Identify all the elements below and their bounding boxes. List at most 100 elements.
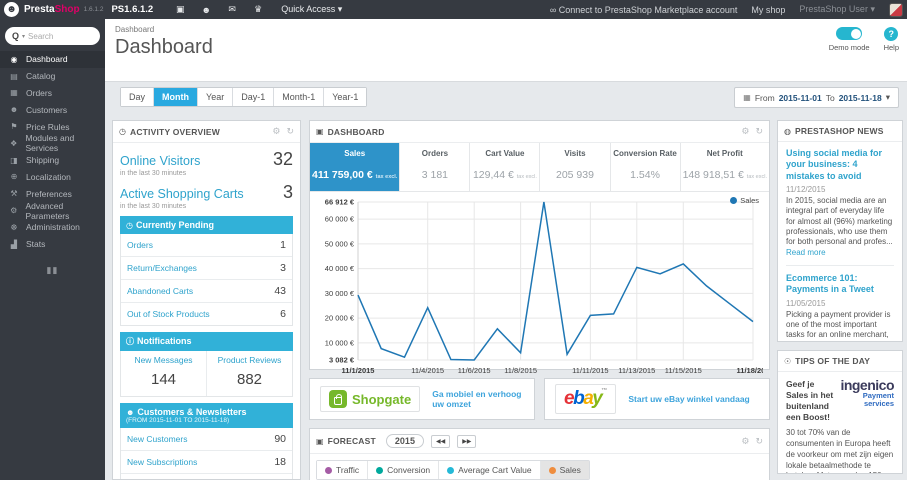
prestashop-news-panel: ◍ PRESTASHOP NEWS Using social media for… xyxy=(777,120,903,342)
svg-text:11/11/2015: 11/11/2015 xyxy=(572,366,608,375)
prestashop-logo-icon[interactable]: ☻ xyxy=(4,2,19,17)
shopgate-link[interactable]: Ga mobiel en verhoog uw omzet xyxy=(432,389,524,409)
article-title-link[interactable]: Ecommerce 101: Payments in a Tweet xyxy=(786,273,894,296)
refresh-icon[interactable]: ↻ xyxy=(755,126,763,137)
new-messages-cell[interactable]: New Messages 144 xyxy=(121,351,206,396)
range-year-button[interactable]: Year xyxy=(198,88,234,106)
ebay-link[interactable]: Start uw eBay winkel vandaag xyxy=(628,394,749,404)
online-visitors-link[interactable]: Online Visitors xyxy=(120,154,200,168)
sales-chart: Sales 11/1/2015 11/4/2015 11/6/2015 11/8/20… xyxy=(310,192,769,383)
trophy-icon[interactable]: ♛ xyxy=(245,4,271,15)
page-title: Dashboard xyxy=(115,36,213,58)
dashboard-panel-title: DASHBOARD xyxy=(327,126,385,137)
date-range-picker[interactable]: ▦ From 2015-11-01 To 2015-11-18 ▾ xyxy=(734,87,899,108)
article-excerpt: Picking a payment provider is one of the… xyxy=(786,309,891,341)
active-carts-link[interactable]: Active Shopping Carts xyxy=(120,187,244,201)
svg-text:11/6/2015: 11/6/2015 xyxy=(458,366,491,375)
metric-conversion-rate[interactable]: Conversion Rate 1.54% xyxy=(611,143,681,191)
range-month-1-button[interactable]: Month-1 xyxy=(274,88,325,106)
sidebar-collapse-icon[interactable]: ▮▮ xyxy=(0,265,105,276)
tab-conversion[interactable]: Conversion xyxy=(368,461,440,479)
sidebar-item-advanced-parameters[interactable]: ⚙ Advanced Parameters xyxy=(0,201,105,221)
forecast-panel: ▣ FORECAST 2015 ◀◀ ▶▶ ⚙ ↻ Traffic Convers… xyxy=(309,428,770,480)
user-menu[interactable]: PrestaShop User ▾ xyxy=(799,4,875,15)
sidebar-search[interactable]: Q ▾ xyxy=(5,27,100,45)
sidebar-item-localization[interactable]: ⊕ Localization xyxy=(0,169,105,186)
read-more-link[interactable]: Read more xyxy=(786,248,826,257)
gear-icon[interactable]: ⚙ xyxy=(741,436,749,447)
cart-icon[interactable]: ▣ xyxy=(167,4,193,15)
article-title-link[interactable]: Using social media for your business: 4 … xyxy=(786,148,894,182)
sidebar-item-orders[interactable]: ▦ Orders xyxy=(0,85,105,102)
range-day-button[interactable]: Day xyxy=(121,88,155,106)
rss-icon: ◍ xyxy=(784,126,791,136)
user-icon: ☻ xyxy=(126,408,135,417)
gear-icon[interactable]: ⚙ xyxy=(741,126,749,137)
metric-visits[interactable]: Visits 205 939 xyxy=(540,143,611,191)
sidebar-item-catalog[interactable]: ▤ Catalog xyxy=(0,68,105,85)
table-row[interactable]: Abandoned Carts 43 xyxy=(121,280,292,303)
range-day-1-button[interactable]: Day-1 xyxy=(233,88,275,106)
sidebar-item-customers[interactable]: ☻ Customers xyxy=(0,101,105,118)
sidebar-item-modules[interactable]: ❖ Modules and Services xyxy=(0,133,105,153)
search-input[interactable] xyxy=(28,31,81,41)
customers-icon[interactable]: ☻ xyxy=(193,5,219,15)
quick-access-menu[interactable]: Quick Access ▾ xyxy=(281,4,342,15)
prestashop-admin: ☻ PrestaShop 1.6.1.2 PS1.6.1.2 ▣ ☻ ✉ ♛ Q… xyxy=(0,0,907,480)
topbar: ☻ PrestaShop 1.6.1.2 PS1.6.1.2 ▣ ☻ ✉ ♛ Q… xyxy=(0,0,907,19)
stats-icon: ▟ xyxy=(10,239,18,249)
product-reviews-cell[interactable]: Product Reviews 882 xyxy=(206,351,292,396)
forecast-title: FORECAST xyxy=(327,436,376,446)
sidebar-item-administration[interactable]: ☸ Administration xyxy=(0,219,105,236)
refresh-icon[interactable]: ↻ xyxy=(755,436,763,447)
sidebar-item-dashboard[interactable]: ◉ Dashboard xyxy=(0,51,105,68)
help-icon: ? xyxy=(884,27,899,41)
svg-text:40 000 €: 40 000 € xyxy=(325,264,355,273)
sidebar-item-stats[interactable]: ▟ Stats xyxy=(0,236,105,253)
metric-cart-value[interactable]: Cart Value 129,44 € tax excl. xyxy=(470,143,541,191)
localization-icon: ⊕ xyxy=(10,172,18,182)
tab-sales[interactable]: Sales xyxy=(540,461,589,479)
table-row[interactable]: New Customers 90 xyxy=(121,428,292,451)
table-row[interactable]: New Subscriptions 18 xyxy=(121,451,292,474)
svg-text:11/15/2015: 11/15/2015 xyxy=(665,366,702,375)
svg-text:66 912 €: 66 912 € xyxy=(325,198,355,207)
metric-orders[interactable]: Orders 3 181 xyxy=(400,143,471,191)
date-from: 2015-11-01 xyxy=(778,92,822,103)
activity-title: ACTIVITY OVERVIEW xyxy=(129,126,220,137)
help-button[interactable]: ? Help xyxy=(884,27,899,52)
date-range-buttons: Day Month Year Day-1 Month-1 Year-1 xyxy=(120,87,368,107)
user-avatar[interactable] xyxy=(889,2,903,17)
customers-newsletters-header: ☻ Customers & Newsletters (FROM 2015-11-01… xyxy=(120,403,293,428)
table-row[interactable]: Out of Stock Products 6 xyxy=(121,303,292,325)
range-month-button[interactable]: Month xyxy=(154,88,199,106)
table-row[interactable]: Orders 1 xyxy=(121,234,292,257)
forecast-year[interactable]: 2015 xyxy=(385,434,424,448)
table-row[interactable]: Return/Exchanges 3 xyxy=(121,257,292,280)
tab-traffic[interactable]: Traffic xyxy=(317,461,369,479)
demo-mode-toggle[interactable]: Demo mode xyxy=(829,27,870,52)
notifications-table: New Messages 144 Product Reviews 882 xyxy=(120,351,293,397)
cart-icon: ▣ xyxy=(316,127,324,136)
main-header: Dashboard Dashboard Demo mode ? Help xyxy=(105,19,907,82)
toggle-switch[interactable] xyxy=(836,27,863,40)
version-big: PS1.6.1.2 xyxy=(111,4,154,15)
messages-icon[interactable]: ✉ xyxy=(219,4,245,15)
metric-sales[interactable]: Sales 411 759,00 € tax excl. xyxy=(310,143,401,191)
sidebar-item-shipping[interactable]: ◨ Shipping xyxy=(0,152,105,169)
sales-dot-icon xyxy=(548,466,556,474)
chart-legend[interactable]: Sales xyxy=(730,196,759,205)
my-shop-link[interactable]: My shop xyxy=(751,5,785,15)
article-excerpt: In 2015, social media are an integral pa… xyxy=(786,195,893,257)
range-year-1-button[interactable]: Year-1 xyxy=(324,88,367,106)
marketplace-link[interactable]: ∞ Connect to PrestaShop Marketplace acco… xyxy=(550,5,738,15)
gear-icon[interactable]: ⚙ xyxy=(272,126,280,137)
metric-net-profit[interactable]: Net Profit 148 918,51 € tax excl. xyxy=(681,143,769,191)
tab-average-cart-value[interactable]: Average Cart Value xyxy=(439,461,541,479)
next-year-button[interactable]: ▶▶ xyxy=(457,434,477,448)
refresh-icon[interactable]: ↻ xyxy=(286,126,294,137)
table-row[interactable]: Total Subscribers1308 xyxy=(121,474,292,479)
clock-icon: ◷ xyxy=(126,221,133,230)
previous-year-button[interactable]: ◀◀ xyxy=(430,434,451,448)
breadcrumb[interactable]: Dashboard xyxy=(105,19,907,34)
